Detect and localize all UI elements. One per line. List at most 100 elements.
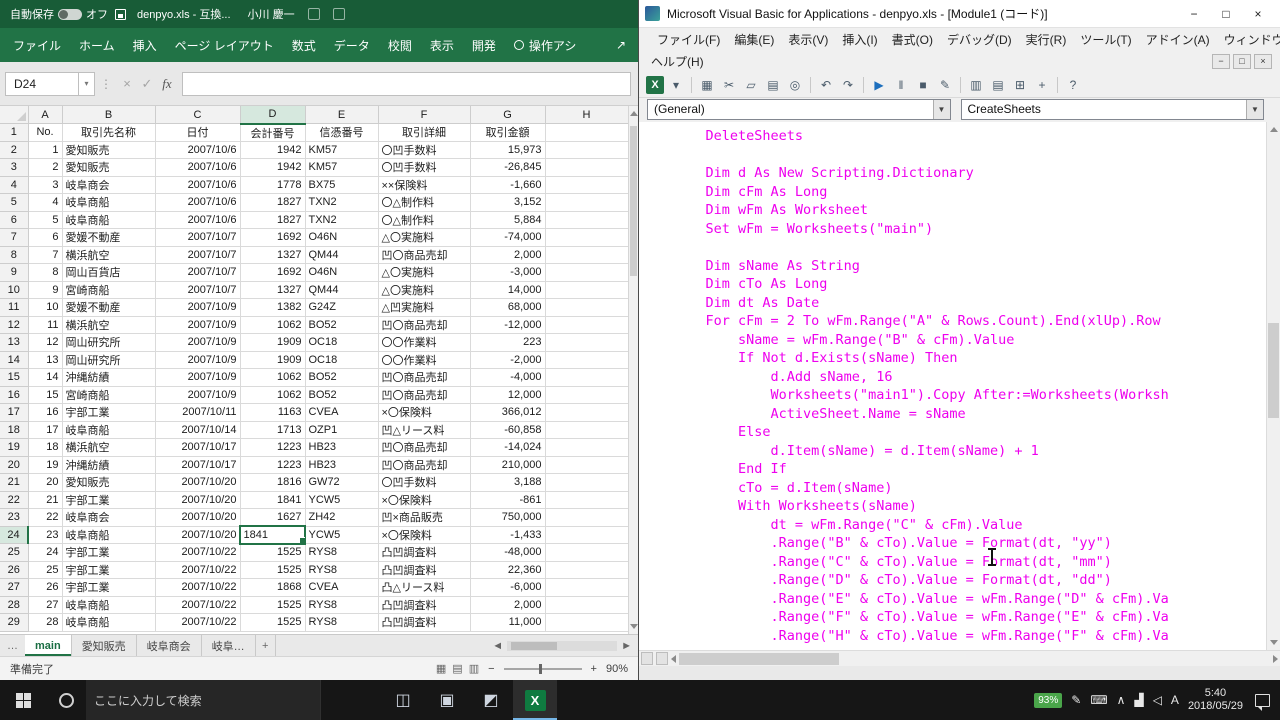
sheet-tab-main[interactable]: main — [25, 635, 72, 656]
project-explorer-icon[interactable]: ▥ — [966, 75, 986, 95]
keyboard-icon[interactable]: ⌨ — [1090, 693, 1107, 707]
cell-H1[interactable] — [545, 124, 628, 142]
child-close-button[interactable]: × — [1254, 54, 1272, 69]
cell-G15[interactable]: -4,000 — [470, 369, 545, 387]
cell-E8[interactable]: QM44 — [305, 246, 378, 264]
cell-H24[interactable] — [545, 526, 628, 544]
menu-edit[interactable]: 編集(E) — [727, 29, 781, 50]
ime-indicator[interactable]: A — [1171, 693, 1179, 707]
menu-format[interactable]: 書式(O) — [885, 29, 940, 50]
cell-H8[interactable] — [545, 246, 628, 264]
zoom-level[interactable]: 90% — [606, 663, 628, 675]
cell-C8[interactable]: 2007/10/7 — [155, 246, 240, 264]
cell-A27[interactable]: 26 — [28, 579, 62, 597]
cell-B13[interactable]: 岡山研究所 — [62, 334, 155, 352]
cell-H9[interactable] — [545, 264, 628, 282]
cell-D19[interactable]: 1223 — [240, 439, 305, 457]
cell-C2[interactable]: 2007/10/6 — [155, 141, 240, 159]
column-header-g[interactable]: G — [470, 106, 545, 124]
row-header-18[interactable]: 18 — [0, 421, 28, 439]
properties-window-icon[interactable]: ▤ — [988, 75, 1008, 95]
cell-B12[interactable]: 横浜航空 — [62, 316, 155, 334]
select-all-corner[interactable] — [0, 106, 28, 124]
cell-D26[interactable]: 1525 — [240, 561, 305, 579]
cell-E15[interactable]: BO52 — [305, 369, 378, 387]
cell-G1[interactable]: 取引金額 — [470, 124, 545, 142]
cell-B27[interactable]: 宇部工業 — [62, 579, 155, 597]
cell-C16[interactable]: 2007/10/9 — [155, 386, 240, 404]
cell-E11[interactable]: G24Z — [305, 299, 378, 317]
cell-E3[interactable]: KM57 — [305, 159, 378, 177]
row-header-12[interactable]: 12 — [0, 316, 28, 334]
cell-C19[interactable]: 2007/10/17 — [155, 439, 240, 457]
cell-D23[interactable]: 1627 — [240, 509, 305, 527]
cell-H29[interactable] — [545, 614, 628, 632]
normal-view-icon[interactable]: ▦ — [436, 662, 446, 675]
code-horizontal-scrollbar[interactable] — [639, 650, 1280, 666]
cell-G2[interactable]: 15,973 — [470, 141, 545, 159]
cell-H22[interactable] — [545, 491, 628, 509]
cell-A8[interactable]: 7 — [28, 246, 62, 264]
app-icon-1[interactable]: ◫ — [381, 680, 425, 720]
cell-E24[interactable]: YCW5 — [305, 526, 378, 544]
cell-B7[interactable]: 愛媛不動産 — [62, 229, 155, 247]
cell-B23[interactable]: 岐阜商会 — [62, 509, 155, 527]
sheet-scroll-track[interactable] — [507, 641, 617, 651]
cell-B10[interactable]: 宮崎商船 — [62, 281, 155, 299]
column-header-d[interactable]: D — [240, 106, 305, 124]
action-center-icon[interactable] — [1255, 694, 1270, 707]
app-icon-2[interactable]: ▣ — [425, 680, 469, 720]
battery-saver-badge[interactable]: 93% — [1034, 693, 1062, 708]
cell-C22[interactable]: 2007/10/20 — [155, 491, 240, 509]
row-header-6[interactable]: 6 — [0, 211, 28, 229]
cell-A29[interactable]: 28 — [28, 614, 62, 632]
close-button[interactable]: × — [1242, 7, 1274, 21]
cell-H18[interactable] — [545, 421, 628, 439]
cell-D11[interactable]: 1382 — [240, 299, 305, 317]
cell-E23[interactable]: ZH42 — [305, 509, 378, 527]
cell-G4[interactable]: -1,660 — [470, 176, 545, 194]
column-header-f[interactable]: F — [378, 106, 470, 124]
cell-H21[interactable] — [545, 474, 628, 492]
cell-A18[interactable]: 17 — [28, 421, 62, 439]
cell-E6[interactable]: TXN2 — [305, 211, 378, 229]
formula-input[interactable] — [182, 72, 631, 96]
cell-A13[interactable]: 12 — [28, 334, 62, 352]
cell-F23[interactable]: 凹×商品販売 — [378, 509, 470, 527]
cell-B8[interactable]: 横浜航空 — [62, 246, 155, 264]
ribbon-tab-tell-me[interactable]: 操作アシ — [505, 28, 586, 63]
cell-E25[interactable]: RYS8 — [305, 544, 378, 562]
cell-F19[interactable]: 凹〇商品売却 — [378, 439, 470, 457]
cell-G7[interactable]: -74,000 — [470, 229, 545, 247]
cell-F12[interactable]: 凹〇商品売却 — [378, 316, 470, 334]
cell-E7[interactable]: O46N — [305, 229, 378, 247]
cell-F2[interactable]: 〇凹手数料 — [378, 141, 470, 159]
cell-G26[interactable]: 22,360 — [470, 561, 545, 579]
cell-B25[interactable]: 宇部工業 — [62, 544, 155, 562]
row-header-28[interactable]: 28 — [0, 596, 28, 614]
cell-H12[interactable] — [545, 316, 628, 334]
cell-D24[interactable]: 1841 — [240, 526, 305, 544]
scroll-up-icon[interactable] — [630, 111, 638, 116]
cell-E17[interactable]: CVEA — [305, 404, 378, 422]
cell-D4[interactable]: 1778 — [240, 176, 305, 194]
cell-C23[interactable]: 2007/10/20 — [155, 509, 240, 527]
cell-D28[interactable]: 1525 — [240, 596, 305, 614]
cell-F7[interactable]: △〇実施料 — [378, 229, 470, 247]
cell-C15[interactable]: 2007/10/9 — [155, 369, 240, 387]
cell-E18[interactable]: OZP1 — [305, 421, 378, 439]
sheet-overflow-icon[interactable]: … — [0, 635, 25, 656]
column-header-a[interactable]: A — [28, 106, 62, 124]
cell-A15[interactable]: 14 — [28, 369, 62, 387]
scrollbar-thumb[interactable] — [630, 126, 637, 276]
row-header-16[interactable]: 16 — [0, 386, 28, 404]
cell-E22[interactable]: YCW5 — [305, 491, 378, 509]
sheet-tab-gifu-more[interactable]: 岐阜… — [202, 635, 256, 656]
cell-A14[interactable]: 13 — [28, 351, 62, 369]
menu-run[interactable]: 実行(R) — [1019, 29, 1074, 50]
cell-F26[interactable]: 凸凹調査料 — [378, 561, 470, 579]
volume-icon[interactable]: ◁ — [1153, 693, 1162, 707]
row-header-24[interactable]: 24 — [0, 526, 28, 544]
cell-A3[interactable]: 2 — [28, 159, 62, 177]
cell-G16[interactable]: 12,000 — [470, 386, 545, 404]
